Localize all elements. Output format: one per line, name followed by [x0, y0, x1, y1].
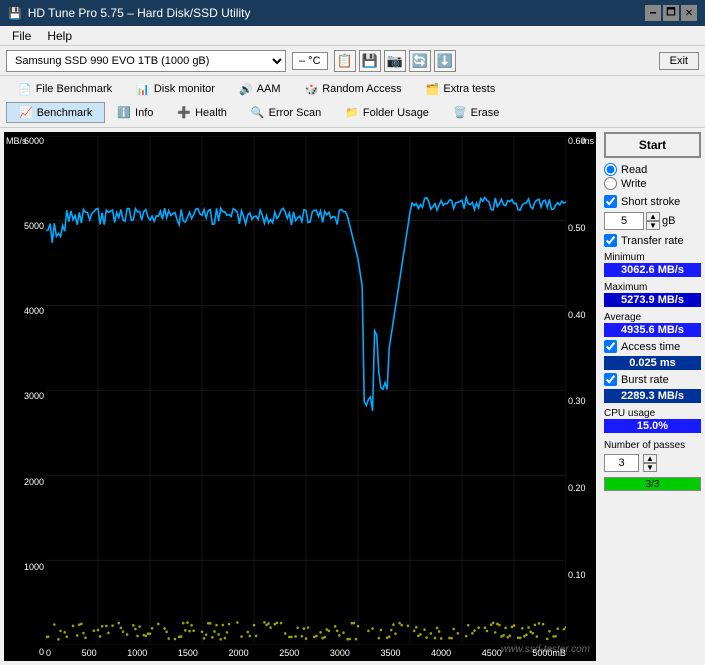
tab-random-access[interactable]: 🎲 Random Access [293, 80, 414, 99]
toolbar-icon-3[interactable]: 📷 [384, 50, 406, 72]
minimize-button[interactable]: 🗕 [645, 5, 661, 21]
minimum-value: 3062.6 MB/s [604, 263, 701, 277]
cpu-usage-stat: CPU usage 15.0% [604, 406, 701, 433]
error-scan-icon: 🔍 [251, 106, 265, 119]
disk-monitor-icon: 📊 [136, 83, 150, 96]
short-stroke-down[interactable]: ▼ [646, 221, 660, 230]
disk-selector[interactable]: Samsung SSD 990 EVO 1TB (1000 gB) [6, 50, 286, 72]
title-bar: 💾 HD Tune Pro 5.75 – Hard Disk/SSD Utili… [0, 0, 705, 26]
burst-rate-value: 2289.3 MB/s [604, 389, 701, 403]
app-icon: 💾 [8, 7, 22, 20]
toolbar-icon-1[interactable]: 📋 [334, 50, 356, 72]
right-panel: Start Read Write Short stroke ▲ ▼ gB [600, 128, 705, 665]
menu-bar: File Help [0, 26, 705, 46]
window-title: HD Tune Pro 5.75 – Hard Disk/SSD Utility [28, 6, 251, 20]
progress-bar: 3/3 [604, 477, 701, 491]
tab-error-scan[interactable]: 🔍 Error Scan [239, 102, 333, 123]
erase-icon: 🗑️ [453, 106, 467, 119]
tab-benchmark[interactable]: 📈 Benchmark [6, 102, 105, 123]
read-radio[interactable]: Read [604, 163, 701, 176]
access-time-checkbox[interactable]: Access time [604, 340, 701, 353]
watermark: www.ssd-tester.com [501, 644, 590, 655]
write-radio[interactable]: Write [604, 177, 701, 190]
toolbar-icon-5[interactable]: ⬇️ [434, 50, 456, 72]
nav-tabs: 📄 File Benchmark 📊 Disk monitor 🔊 AAM 🎲 … [0, 76, 705, 128]
cpu-usage-value: 15.0% [604, 419, 701, 433]
benchmark-icon: 📈 [19, 106, 33, 119]
toolbar: Samsung SSD 990 EVO 1TB (1000 gB) – °C 📋… [0, 46, 705, 76]
tab-extra-tests[interactable]: 🗂️ Extra tests [414, 80, 508, 99]
x-axis: 0 500 1000 1500 2000 2500 3000 3500 4000… [46, 645, 566, 661]
menu-help[interactable]: Help [39, 28, 80, 44]
main-content: MB/s ms 6000 5000 4000 3000 2000 1000 0 … [0, 128, 705, 665]
file-benchmark-icon: 📄 [18, 83, 32, 96]
y-axis-left: 6000 5000 4000 3000 2000 1000 0 [4, 132, 46, 661]
folder-usage-icon: 📁 [345, 106, 359, 119]
short-stroke-checkbox[interactable]: Short stroke [604, 195, 701, 208]
progress-text: 3/3 [605, 478, 700, 491]
transfer-rate-checkbox[interactable]: Transfer rate [604, 234, 701, 247]
tab-file-benchmark[interactable]: 📄 File Benchmark [6, 80, 124, 99]
exit-button[interactable]: Exit [659, 52, 699, 70]
average-stat: Average 4935.6 MB/s [604, 310, 701, 337]
passes-spinbox[interactable] [604, 454, 639, 472]
maximize-button[interactable]: 🗖 [663, 5, 679, 21]
maximum-value: 5273.9 MB/s [604, 293, 701, 307]
minimum-stat: Minimum 3062.6 MB/s [604, 250, 701, 277]
menu-file[interactable]: File [4, 28, 39, 44]
toolbar-icon-2[interactable]: 💾 [359, 50, 381, 72]
close-button[interactable]: ✕ [681, 5, 697, 21]
access-time-value: 0.025 ms [604, 356, 701, 370]
maximum-stat: Maximum 5273.9 MB/s [604, 280, 701, 307]
tab-health[interactable]: ➕ Health [165, 102, 239, 123]
burst-rate-checkbox[interactable]: Burst rate [604, 373, 701, 386]
passes-row: ▲ ▼ [604, 454, 701, 472]
y-axis-right: 0.60 0.50 0.40 0.30 0.20 0.10 [566, 132, 596, 661]
tab-aam[interactable]: 🔊 AAM [227, 80, 293, 99]
average-value: 4935.6 MB/s [604, 323, 701, 337]
passes-up[interactable]: ▲ [643, 454, 657, 463]
temperature-display: – °C [292, 52, 328, 70]
health-icon: ➕ [177, 106, 191, 119]
start-button[interactable]: Start [604, 132, 701, 158]
short-stroke-spinbox-row: ▲ ▼ gB [604, 212, 701, 230]
passes-down[interactable]: ▼ [643, 463, 657, 472]
extra-tests-icon: 🗂️ [426, 83, 440, 96]
random-access-icon: 🎲 [305, 83, 319, 96]
tab-erase[interactable]: 🗑️ Erase [441, 102, 511, 123]
aam-icon: 🔊 [239, 83, 253, 96]
info-icon: ℹ️ [117, 106, 131, 119]
tab-folder-usage[interactable]: 📁 Folder Usage [333, 102, 441, 123]
tab-disk-monitor[interactable]: 📊 Disk monitor [124, 80, 227, 99]
short-stroke-spinbox[interactable] [604, 212, 644, 230]
short-stroke-up[interactable]: ▲ [646, 212, 660, 221]
chart-area: MB/s ms 6000 5000 4000 3000 2000 1000 0 … [4, 132, 596, 661]
tab-info[interactable]: ℹ️ Info [105, 102, 165, 123]
plot-area [46, 136, 566, 645]
read-write-group: Read Write [604, 161, 701, 192]
toolbar-icon-4[interactable]: 🔄 [409, 50, 431, 72]
